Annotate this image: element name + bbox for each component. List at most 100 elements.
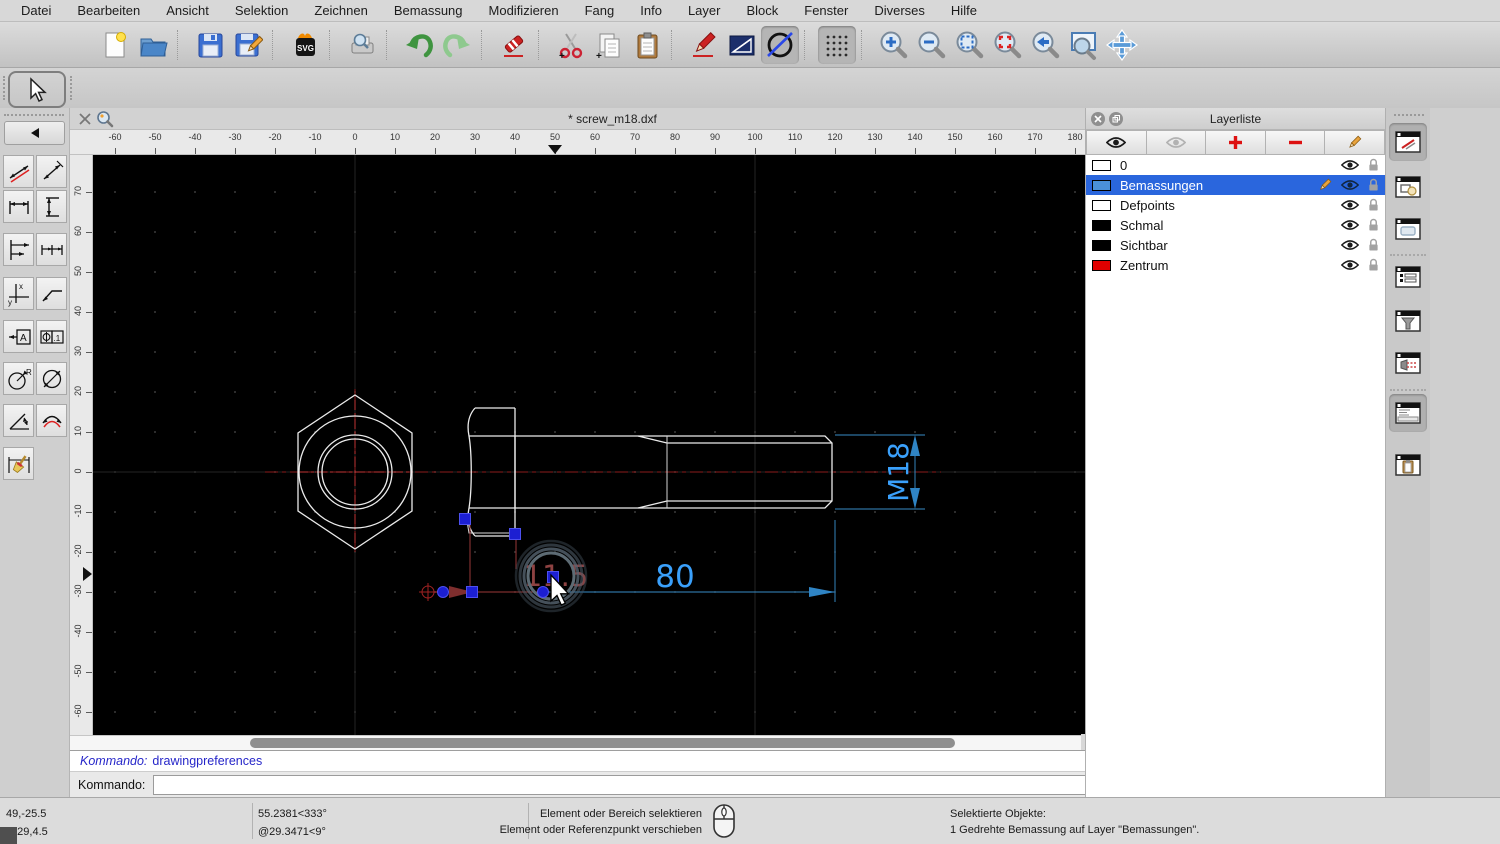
add-layer-button[interactable] <box>1206 130 1266 155</box>
save-icon <box>198 33 223 57</box>
tool-dim-vertical[interactable] <box>36 190 67 223</box>
tool-dim-linear[interactable] <box>36 155 67 188</box>
command-input[interactable] <box>153 774 1119 795</box>
zoom-previous-button[interactable] <box>1027 26 1065 64</box>
remove-layer-button[interactable] <box>1265 130 1326 155</box>
layer-lock-icon[interactable] <box>1368 198 1379 212</box>
dock-drag-handle[interactable] <box>1394 114 1424 116</box>
menu-bemassung[interactable]: Bemassung <box>381 3 476 18</box>
grid-toggle-button[interactable] <box>818 25 856 64</box>
zoom-window-button[interactable] <box>1065 26 1103 64</box>
select-rectangle-icon <box>729 35 755 55</box>
layer-visibility-eye-icon[interactable] <box>1341 179 1359 191</box>
layer-row-schmal[interactable]: Schmal <box>1086 215 1385 235</box>
tool-dim-diameter[interactable] <box>36 362 67 395</box>
tool-dim-angular[interactable] <box>3 404 34 437</box>
new-file-button[interactable] <box>96 26 134 64</box>
layer-row-bemassungen[interactable]: Bemassungen <box>1086 175 1385 195</box>
hide-all-layers-button[interactable] <box>1146 130 1207 155</box>
tool-dim-continue[interactable] <box>36 233 67 266</box>
palette-drag-handle[interactable] <box>4 114 64 116</box>
menu-layer[interactable]: Layer <box>675 3 734 18</box>
tool-dim-label[interactable]: A <box>3 320 34 353</box>
toolbar-drag-handle2[interactable] <box>70 76 76 100</box>
auto-zoom-button[interactable] <box>951 26 989 64</box>
library-browser-panel-button[interactable] <box>1389 210 1427 248</box>
selection-tool-button[interactable] <box>8 71 66 108</box>
layer-row-sichtbar[interactable]: Sichtbar <box>1086 235 1385 255</box>
zoom-selection-button[interactable] <box>989 26 1027 64</box>
layer-name: Bemassungen <box>1120 177 1204 193</box>
select-rectangle-button[interactable] <box>723 26 761 64</box>
undo-button[interactable] <box>400 26 438 64</box>
menu-diverses[interactable]: Diverses <box>861 3 938 18</box>
save-as-button[interactable] <box>229 26 267 64</box>
layer-lock-icon[interactable] <box>1368 158 1379 172</box>
layer-lock-icon[interactable] <box>1368 218 1379 232</box>
hruler-label: 150 <box>947 132 963 142</box>
projection-icon <box>1395 352 1421 374</box>
layer-list-panel-button[interactable] <box>1389 258 1427 296</box>
zoom-out-button[interactable] <box>913 26 951 64</box>
open-file-button[interactable] <box>134 26 172 64</box>
layer-row-zentrum[interactable]: Zentrum <box>1086 255 1385 275</box>
tool-dim-tolerance[interactable]: .1 <box>36 320 67 353</box>
horizontal-scrollbar-thumb[interactable] <box>250 738 955 748</box>
command-line-icon <box>1395 402 1421 424</box>
layer-lock-icon[interactable] <box>1368 258 1379 272</box>
projection-panel-button[interactable] <box>1389 344 1427 382</box>
draw-pencil-button[interactable] <box>685 26 723 64</box>
layer-visibility-eye-icon[interactable] <box>1341 159 1359 171</box>
show-all-layers-button[interactable] <box>1086 130 1147 155</box>
menu-info[interactable]: Info <box>627 3 675 18</box>
block-list-panel-button[interactable] <box>1389 168 1427 206</box>
menu-ansicht[interactable]: Ansicht <box>153 3 222 18</box>
layer-list-panel: Layerliste 0 Bemassungen Defpoints Schmal Si… <box>1085 108 1385 797</box>
copy-button[interactable]: + <box>590 26 628 64</box>
tool-dim-regenerate[interactable] <box>3 447 34 480</box>
menu-fang[interactable]: Fang <box>572 3 628 18</box>
delete-button[interactable] <box>495 26 533 64</box>
tool-dim-ordinate[interactable]: xy <box>3 277 34 310</box>
tool-dim-horizontal[interactable] <box>3 190 34 223</box>
clipboard-panel-button[interactable] <box>1389 446 1427 484</box>
tool-dim-aligned[interactable] <box>3 155 34 188</box>
tool-dim-arc[interactable] <box>36 404 67 437</box>
tool-dim-leader[interactable] <box>36 277 67 310</box>
cut-button[interactable]: + <box>552 26 590 64</box>
selection-filter-panel-button[interactable] <box>1389 302 1427 340</box>
menu-zeichnen[interactable]: Zeichnen <box>301 3 380 18</box>
layer-visibility-eye-icon[interactable] <box>1341 259 1359 271</box>
layer-visibility-eye-icon[interactable] <box>1341 239 1359 251</box>
edit-layer-button[interactable] <box>1325 130 1385 155</box>
redo-button[interactable] <box>438 26 476 64</box>
paste-button[interactable] <box>628 26 666 64</box>
menu-fenster[interactable]: Fenster <box>791 3 861 18</box>
menu-datei[interactable]: Datei <box>8 3 64 18</box>
cad-canvas[interactable]: M18 80 <box>93 155 1138 735</box>
menu-hilfe[interactable]: Hilfe <box>938 3 990 18</box>
palette-back-button[interactable] <box>4 121 65 145</box>
menu-block[interactable]: Block <box>733 3 791 18</box>
property-editor-panel-button[interactable] <box>1389 123 1427 161</box>
layer-visibility-eye-icon[interactable] <box>1341 199 1359 211</box>
command-line-panel-button[interactable] <box>1389 394 1427 432</box>
print-preview-button[interactable] <box>343 26 381 64</box>
menu-selektion[interactable]: Selektion <box>222 3 301 18</box>
layer-lock-icon[interactable] <box>1368 178 1379 192</box>
menu-bearbeiten[interactable]: Bearbeiten <box>64 3 153 18</box>
layer-lock-icon[interactable] <box>1368 238 1379 252</box>
layer-row-0[interactable]: 0 <box>1086 155 1385 175</box>
layer-visibility-eye-icon[interactable] <box>1341 219 1359 231</box>
hruler-label: 110 <box>787 132 803 142</box>
draft-mode-toggle-button[interactable] <box>761 25 799 64</box>
menu-modifizieren[interactable]: Modifizieren <box>476 3 572 18</box>
pan-button[interactable] <box>1103 26 1141 64</box>
zoom-in-button[interactable] <box>875 26 913 64</box>
svg-export-button[interactable]: SVG <box>286 26 324 64</box>
horizontal-scrollbar[interactable]: 10 < 100 <box>70 734 1155 750</box>
save-button[interactable] <box>191 26 229 64</box>
tool-dim-radius[interactable]: R <box>3 362 34 395</box>
tool-dim-baseline[interactable] <box>3 233 34 266</box>
layer-row-defpoints[interactable]: Defpoints <box>1086 195 1385 215</box>
